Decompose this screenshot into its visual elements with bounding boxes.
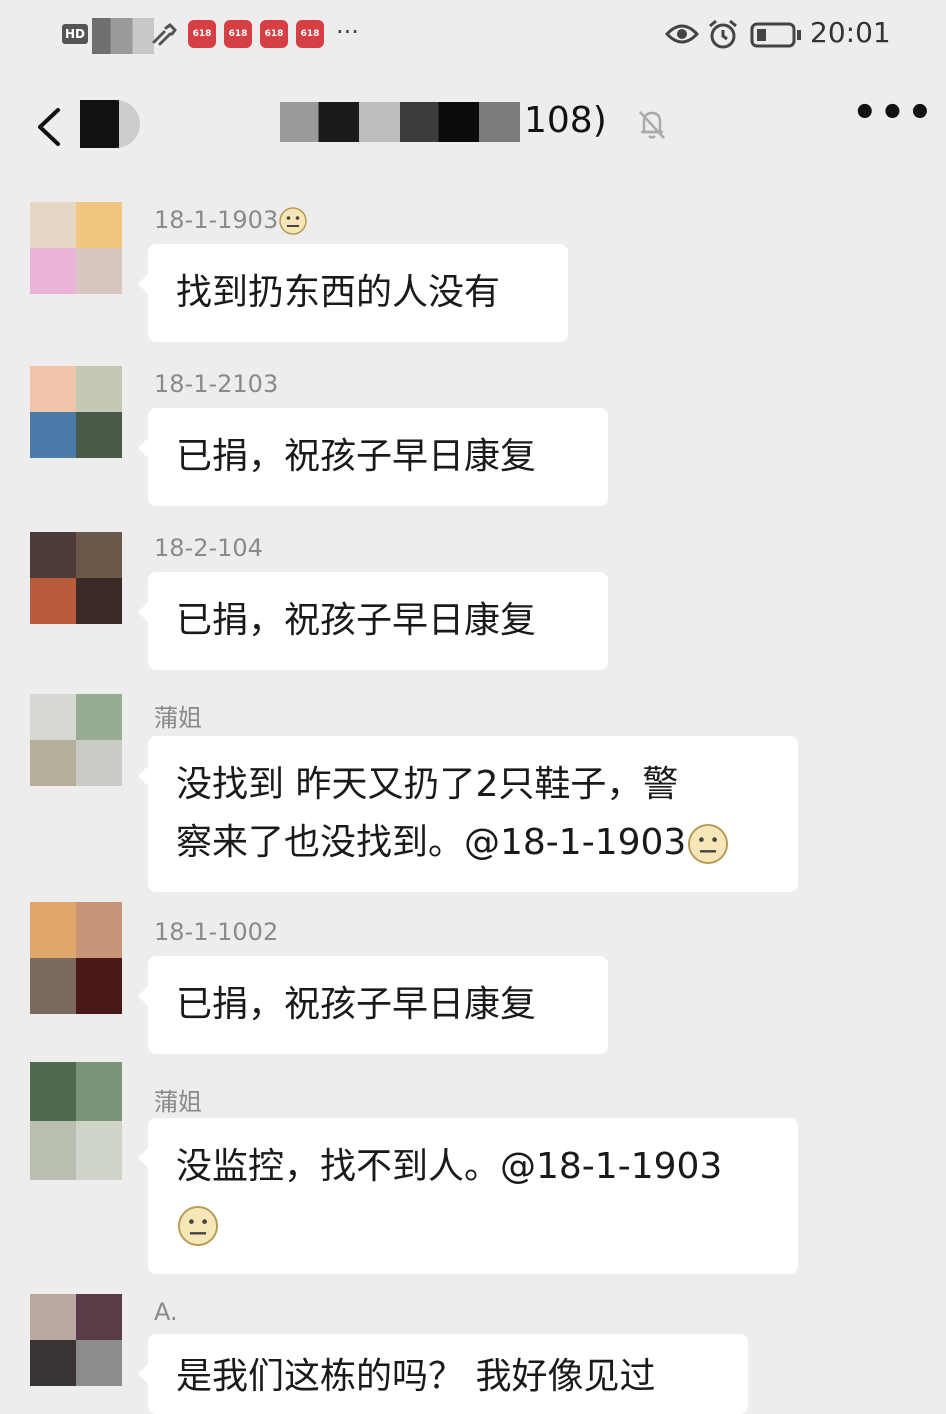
neutral-face-emoji — [688, 823, 729, 865]
mute-bell-icon — [639, 111, 665, 139]
avatar[interactable] — [30, 532, 122, 624]
message-bubble[interactable]: 没监控，找不到人。@18-1-1903 — [138, 1118, 798, 1274]
back-arrow-icon[interactable] — [34, 106, 64, 148]
chat-header: 108) ••• — [0, 70, 946, 180]
message-bubble[interactable]: 已捐，祝孩子早日康复 — [138, 572, 608, 670]
shopping-app-icon: 618 — [188, 20, 216, 48]
eye-icon — [665, 24, 699, 44]
avatar[interactable] — [30, 694, 122, 786]
avatar[interactable] — [30, 902, 122, 1014]
sender-name: A. — [154, 1298, 178, 1326]
neutral-face-emoji — [279, 207, 307, 235]
shopping-app-icon: 618 — [260, 20, 288, 48]
chat-title: 108) — [524, 100, 607, 141]
battery-icon — [750, 22, 801, 48]
shopping-app-icon: 618 — [224, 20, 252, 48]
sender-name: 蒲姐 — [154, 1088, 202, 1116]
message-bubble[interactable]: 已捐，祝孩子早日康复 — [138, 956, 608, 1054]
alarm-clock-icon — [709, 19, 737, 49]
more-notifications-icon: ··· — [336, 18, 359, 46]
status-bar: HD 618 618 618 618 ··· 20:01 — [0, 0, 946, 70]
message-bubble[interactable]: 已捐，祝孩子早日康复 — [138, 408, 608, 506]
blurred-group-name — [280, 102, 520, 142]
shopping-app-icon: 618 — [296, 20, 324, 48]
sender-name: 18-2-104 — [154, 534, 263, 562]
message-bubble[interactable]: 找到扔东西的人没有 — [138, 244, 568, 342]
message-bubble[interactable]: 是我们这栋的吗？ 我好像见过 — [138, 1334, 748, 1414]
avatar[interactable] — [30, 1294, 122, 1386]
neutral-face-emoji — [177, 1205, 219, 1247]
message-text-line: 察来了也没找到。@18-1-1903 — [176, 814, 770, 872]
avatar[interactable] — [30, 366, 122, 458]
message-text-line: 没找到 昨天又扔了2只鞋子，警 — [176, 764, 679, 805]
link-icon — [152, 23, 177, 46]
sender-name: 18-1-1002 — [154, 918, 279, 946]
sender-name: 蒲姐 — [154, 704, 202, 732]
more-options-button[interactable]: ••• — [852, 90, 935, 136]
avatar[interactable] — [30, 1062, 122, 1180]
blurred-unread-count — [80, 100, 140, 148]
clock: 20:01 — [810, 16, 891, 49]
message-text-line: 没监控，找不到人。@18-1-1903 — [176, 1146, 723, 1187]
message-text-line — [176, 1196, 770, 1254]
sender-name: 18-1-1903 — [154, 206, 308, 236]
blurred-status-icons — [92, 18, 154, 54]
hd-badge: HD — [62, 24, 88, 44]
sender-name: 18-1-2103 — [154, 370, 279, 398]
message-bubble[interactable]: 没找到 昨天又扔了2只鞋子，警 察来了也没找到。@18-1-1903 — [138, 736, 798, 892]
avatar[interactable] — [30, 202, 122, 294]
